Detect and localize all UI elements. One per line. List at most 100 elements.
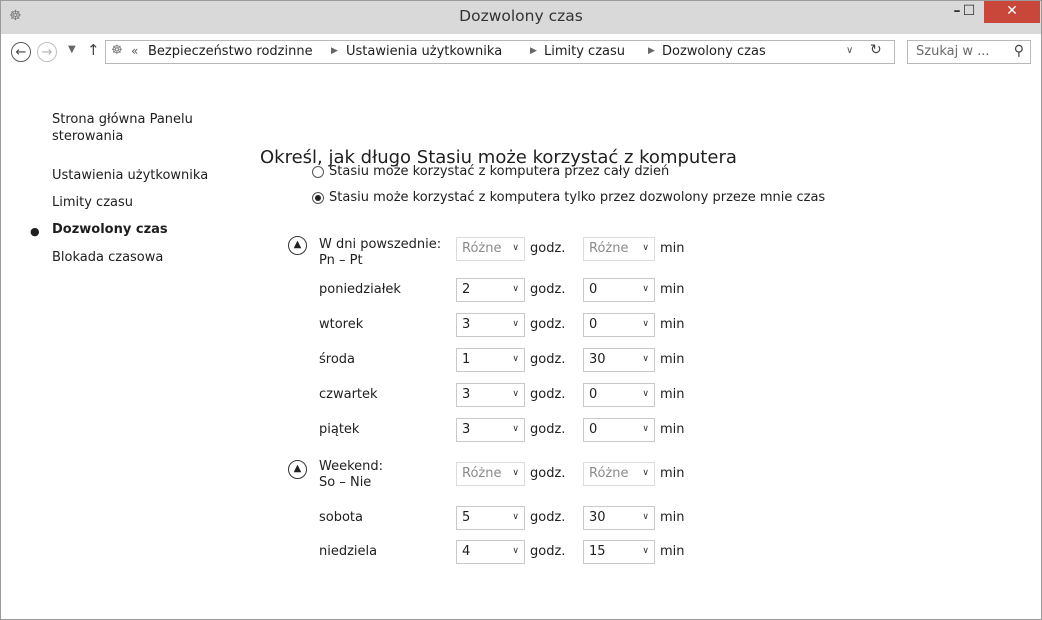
wednesday-minutes-select[interactable]: 30 ∨ (583, 348, 655, 372)
day-label-friday: piątek (319, 422, 360, 437)
weekdays-minutes-select[interactable]: Różne ∨ (583, 237, 655, 261)
breadcrumb-time-limits[interactable]: Limity czasu (544, 44, 625, 59)
chevron-down-icon: ∨ (642, 512, 649, 522)
thursday-hours-select[interactable]: 3 ∨ (456, 383, 525, 407)
chevron-down-icon: ∨ (642, 243, 649, 253)
select-value: 30 (589, 510, 606, 525)
chevron-down-icon: ∨ (642, 389, 649, 399)
address-bar[interactable]: ☸ « Bezpieczeństwo rodzinne ▶ Ustawienia… (105, 40, 895, 64)
hours-unit: godz. (530, 282, 566, 297)
option-label[interactable]: Stasiu może korzystać z komputera tylko … (329, 190, 825, 205)
minutes-unit: min (660, 544, 685, 559)
breadcrumb-separator-icon[interactable]: ▶ (648, 46, 655, 56)
select-value: Różne (462, 466, 502, 481)
tuesday-hours-select[interactable]: 3 ∨ (456, 313, 525, 337)
monday-minutes-select[interactable]: 0 ∨ (583, 278, 655, 302)
day-label-monday: poniedziałek (319, 282, 401, 297)
breadcrumb-separator-icon[interactable]: ▶ (530, 46, 537, 56)
title-bar: ☸ Dozwolony czas – ☐ ✕ (1, 1, 1041, 34)
up-arrow-icon[interactable]: ↑ (87, 41, 100, 59)
sunday-hours-select[interactable]: 4 ∨ (456, 540, 525, 564)
recent-locations-icon[interactable]: ▼ (68, 44, 76, 55)
hours-unit: godz. (530, 466, 566, 481)
option-all-day[interactable]: Stasiu może korzystać z komputera przez … (312, 164, 669, 179)
saturday-hours-select[interactable]: 5 ∨ (456, 506, 525, 530)
refresh-icon[interactable]: ↻ (870, 42, 882, 58)
friday-hours-select[interactable]: 3 ∨ (456, 418, 525, 442)
breadcrumb-user-settings[interactable]: Ustawienia użytkownika (346, 44, 502, 59)
sidebar-item-label: Strona główna Panelu (52, 112, 193, 127)
weekdays-hours-select[interactable]: Różne ∨ (456, 237, 525, 261)
address-dropdown-icon[interactable]: ∨ (846, 45, 853, 56)
weekend-hours-select[interactable]: Różne ∨ (456, 462, 525, 486)
day-label-thursday: czwartek (319, 387, 378, 402)
select-value: 30 (589, 352, 606, 367)
family-safety-icon: ☸ (111, 43, 123, 58)
sunday-minutes-select[interactable]: 15 ∨ (583, 540, 655, 564)
select-value: Różne (589, 241, 629, 256)
minutes-unit: min (660, 317, 685, 332)
select-value: Różne (589, 466, 629, 481)
radio-button[interactable] (312, 165, 324, 178)
minutes-unit: min (660, 466, 685, 481)
weekend-label: Weekend: So – Nie (319, 459, 383, 491)
saturday-minutes-select[interactable]: 30 ∨ (583, 506, 655, 530)
collapse-weekend-button[interactable]: ▲ (288, 460, 307, 479)
maximize-button[interactable]: ☐ (954, 1, 984, 23)
breadcrumb-family-safety[interactable]: Bezpieczeństwo rodzinne (148, 44, 313, 59)
forward-button[interactable]: → (37, 42, 57, 62)
friday-minutes-select[interactable]: 0 ∨ (583, 418, 655, 442)
option-allowed-time[interactable]: Stasiu może korzystać z komputera tylko … (312, 190, 825, 205)
day-label-tuesday: wtorek (319, 317, 364, 332)
chevron-down-icon: ∨ (512, 284, 519, 294)
wednesday-hours-select[interactable]: 1 ∨ (456, 348, 525, 372)
sidebar-item-time-lock[interactable]: Blokada czasowa (52, 249, 163, 266)
breadcrumb-allowed-time[interactable]: Dozwolony czas (662, 44, 766, 59)
chevron-down-icon: ∨ (512, 468, 519, 478)
chevron-down-icon: ∨ (642, 468, 649, 478)
select-value: 5 (462, 510, 471, 525)
hours-unit: godz. (530, 510, 566, 525)
weekdays-label-line2: Pn – Pt (319, 253, 363, 268)
chevron-down-icon: ∨ (512, 546, 519, 556)
option-label[interactable]: Stasiu może korzystać z komputera przez … (329, 164, 669, 179)
minutes-unit: min (660, 422, 685, 437)
sidebar-item-allowed-time[interactable]: Dozwolony czas (52, 221, 168, 238)
collapse-weekdays-button[interactable]: ▲ (288, 236, 307, 255)
chevron-down-icon: ∨ (642, 354, 649, 364)
search-icon[interactable]: ⚲ (1014, 43, 1024, 59)
minutes-unit: min (660, 387, 685, 402)
select-value: 4 (462, 544, 471, 559)
select-value: 0 (589, 317, 598, 332)
close-button[interactable]: ✕ (984, 1, 1040, 23)
weekend-minutes-select[interactable]: Różne ∨ (583, 462, 655, 486)
thursday-minutes-select[interactable]: 0 ∨ (583, 383, 655, 407)
hours-unit: godz. (530, 422, 566, 437)
sidebar-item-time-limits[interactable]: Limity czasu (52, 194, 133, 211)
search-placeholder: Szukaj w ... (916, 44, 990, 59)
tuesday-minutes-select[interactable]: 0 ∨ (583, 313, 655, 337)
double-chevron-icon[interactable]: « (131, 44, 138, 58)
chevron-down-icon: ∨ (642, 424, 649, 434)
window-title: Dozwolony czas (459, 7, 583, 25)
minutes-unit: min (660, 352, 685, 367)
chevron-down-icon: ∨ (642, 284, 649, 294)
minutes-unit: min (660, 282, 685, 297)
breadcrumb-separator-icon[interactable]: ▶ (331, 46, 338, 56)
back-button[interactable]: ← (11, 42, 31, 62)
hours-unit: godz. (530, 317, 566, 332)
sidebar-item-user-settings[interactable]: Ustawienia użytkownika (52, 167, 208, 184)
weekdays-label: W dni powszednie: Pn – Pt (319, 237, 441, 269)
chevron-down-icon: ∨ (512, 319, 519, 329)
hours-unit: godz. (530, 387, 566, 402)
select-value: 0 (589, 422, 598, 437)
select-value: 3 (462, 317, 471, 332)
search-input[interactable]: Szukaj w ... ⚲ (907, 40, 1031, 64)
select-value: 2 (462, 282, 471, 297)
radio-button-selected[interactable] (312, 191, 324, 204)
monday-hours-select[interactable]: 2 ∨ (456, 278, 525, 302)
navigation-bar: ← → ▼ ↑ ☸ « Bezpieczeństwo rodzinne ▶ Us… (1, 34, 1041, 74)
sidebar-item-control-panel-home[interactable]: Strona główna Panelu sterowania (52, 111, 193, 145)
hours-unit: godz. (530, 241, 566, 256)
current-item-bullet-icon: ● (30, 225, 40, 238)
